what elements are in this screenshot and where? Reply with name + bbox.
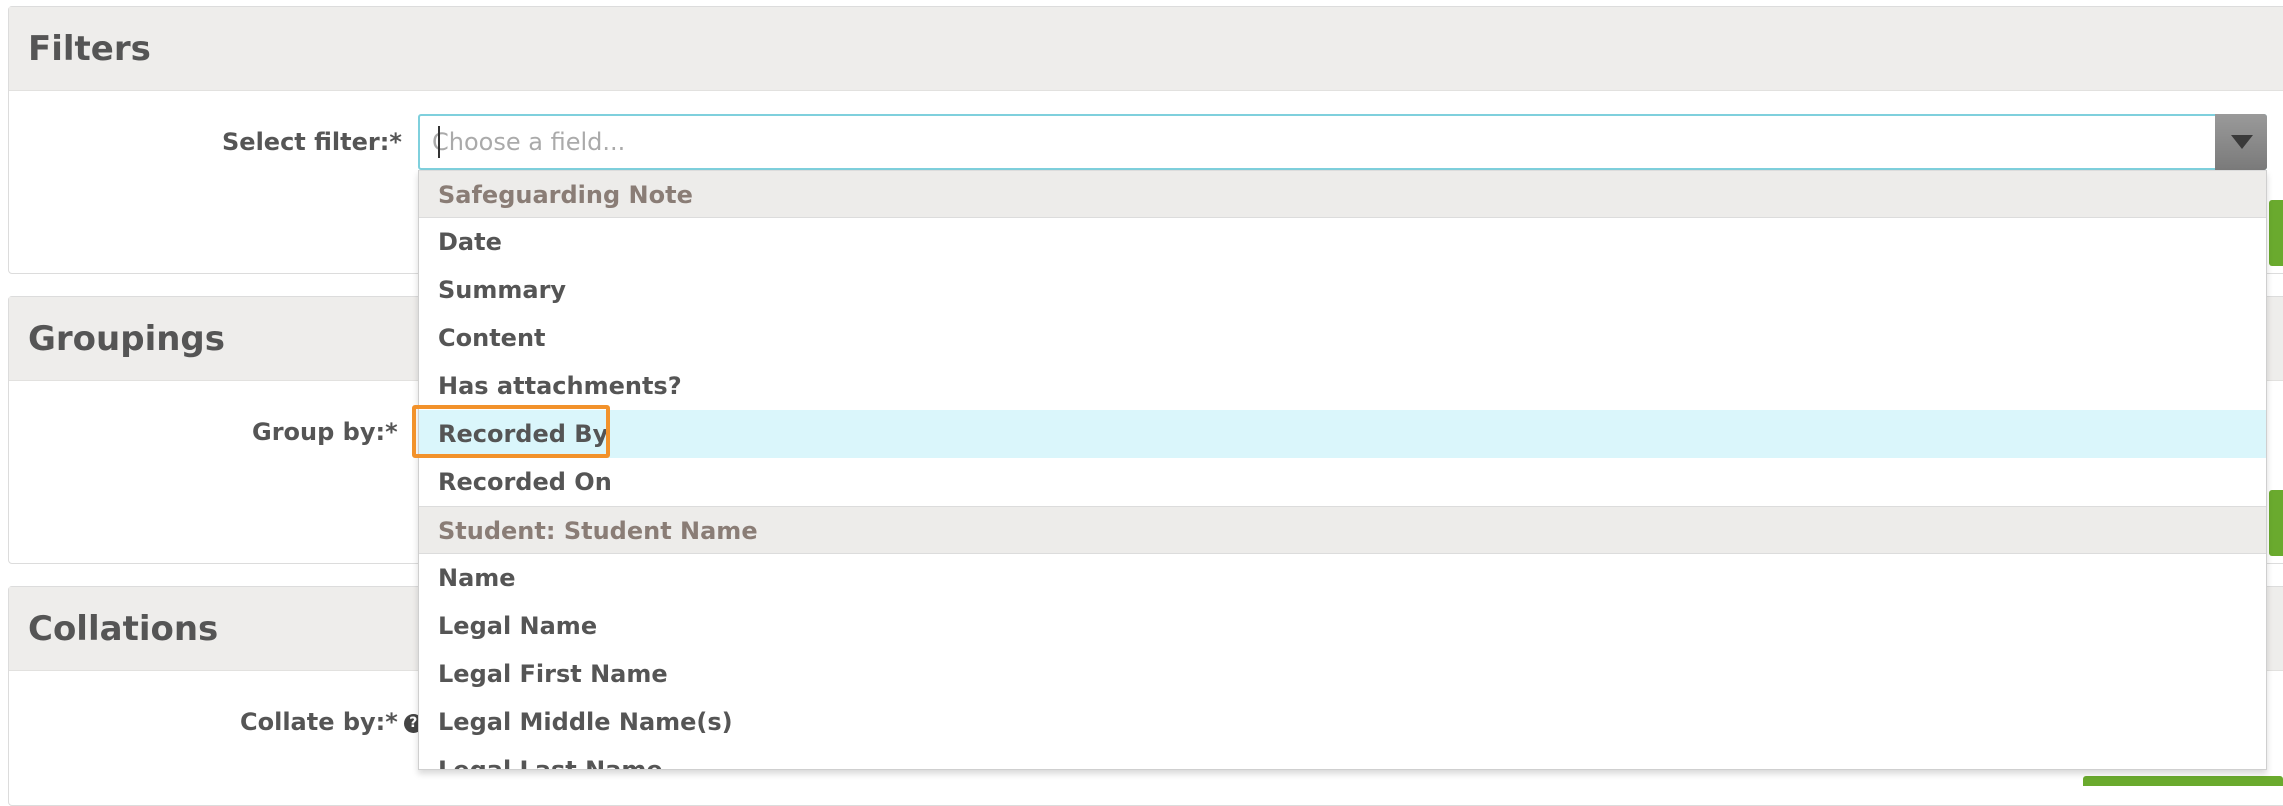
collate-by-label-text: Collate by:* xyxy=(240,708,398,736)
dropdown-option[interactable]: Name xyxy=(419,554,2266,602)
add-filter-button[interactable] xyxy=(2269,200,2283,266)
add-collation-button[interactable] xyxy=(2083,776,2283,786)
dropdown-option[interactable]: Legal Last Name xyxy=(419,746,2266,769)
filter-select[interactable] xyxy=(418,114,2267,170)
dropdown-option[interactable]: Summary xyxy=(419,266,2266,314)
add-grouping-button[interactable] xyxy=(2269,490,2283,556)
dropdown-option[interactable]: Legal Name xyxy=(419,602,2266,650)
group-by-label: Group by:* xyxy=(252,418,398,446)
option-group-header: Safeguarding Note xyxy=(419,170,2266,218)
dropdown-option[interactable]: Has attachments? xyxy=(419,362,2266,410)
text-cursor xyxy=(438,126,440,158)
dropdown-option[interactable]: Legal Middle Name(s) xyxy=(419,698,2266,746)
dropdown-option[interactable]: Recorded On xyxy=(419,458,2266,506)
filter-search-input[interactable] xyxy=(432,116,2212,168)
collate-by-label: Collate by:*? xyxy=(240,708,423,736)
filters-title: Filters xyxy=(9,7,2283,91)
filter-dropdown-list[interactable]: Safeguarding Note Date Summary Content Has a… xyxy=(418,170,2267,770)
dropdown-option[interactable]: Date xyxy=(419,218,2266,266)
dropdown-option[interactable]: Recorded By xyxy=(419,410,2266,458)
dropdown-option[interactable]: Content xyxy=(419,314,2266,362)
select-filter-label: Select filter:* xyxy=(222,128,402,156)
dropdown-option[interactable]: Legal First Name xyxy=(419,650,2266,698)
chevron-down-icon[interactable] xyxy=(2215,114,2267,170)
option-group-header: Student: Student Name xyxy=(419,506,2266,554)
